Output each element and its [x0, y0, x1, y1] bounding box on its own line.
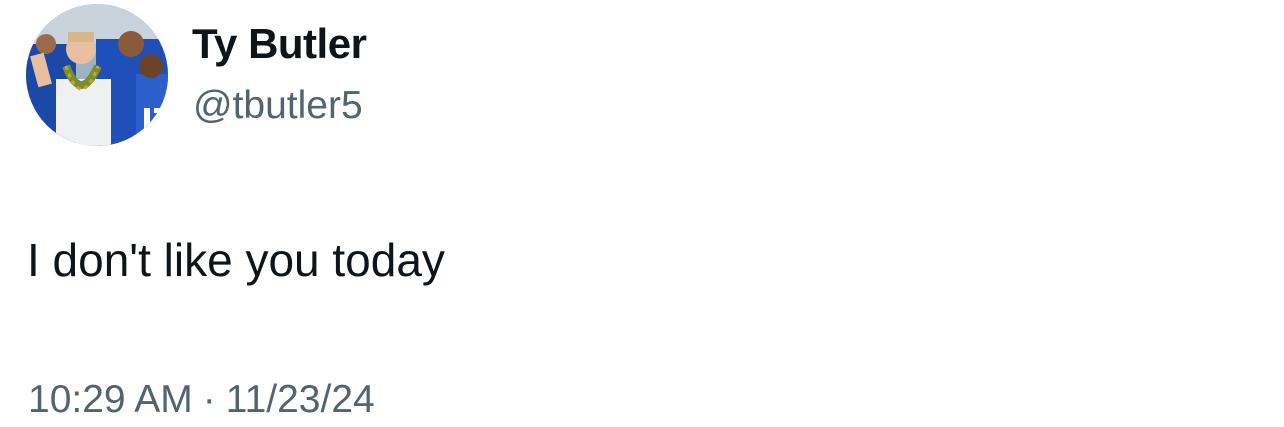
tweet-text: I don't like you today	[27, 234, 445, 286]
tweet-timestamp[interactable]: 10:29 AM · 11/23/24	[28, 376, 375, 424]
avatar-photo-icon	[26, 4, 168, 146]
timestamp-separator: ·	[202, 378, 216, 421]
author-handle[interactable]: @tbutler5	[193, 82, 363, 130]
author-display-name[interactable]: Ty Butler	[192, 18, 367, 70]
tweet-card: Ty Butler @tbutler5 I don't like you tod…	[0, 0, 1284, 427]
author-avatar[interactable]	[26, 4, 168, 146]
tweet-time: 10:29 AM	[28, 378, 193, 421]
tweet-date: 11/23/24	[225, 378, 375, 421]
